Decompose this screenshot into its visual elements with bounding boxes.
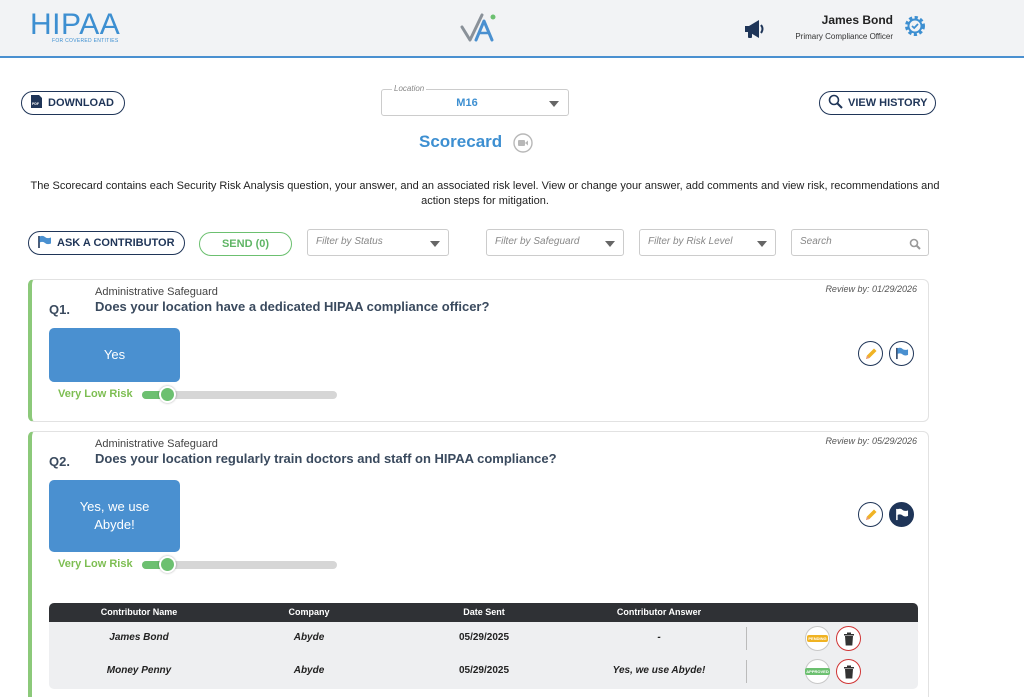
status-filter[interactable]: Filter by Status — [307, 229, 449, 256]
pencil-icon — [865, 348, 876, 359]
download-button[interactable]: PDF DOWNLOAD — [21, 91, 125, 115]
megaphone-icon[interactable] — [743, 18, 767, 45]
video-icon[interactable] — [513, 133, 533, 158]
table-row: Money Penny Abyde 05/29/2025 Yes, we use… — [49, 655, 918, 688]
logo-text: HIPAA — [30, 8, 121, 41]
pending-badge[interactable]: PENDING — [805, 626, 830, 651]
contributor-company: Abyde — [293, 665, 325, 676]
chevron-down-icon — [549, 101, 559, 107]
edit-button[interactable] — [858, 502, 883, 527]
status-filter-placeholder: Filter by Status — [316, 236, 383, 247]
search-input[interactable]: Search — [791, 229, 929, 256]
delete-button[interactable] — [836, 626, 861, 651]
download-label: DOWNLOAD — [48, 97, 114, 109]
search-placeholder: Search — [800, 236, 832, 247]
table-header: Contributor Name Company Date Sent Contr… — [49, 603, 918, 622]
gear-icon[interactable] — [903, 14, 927, 43]
pdf-icon: PDF — [30, 94, 43, 112]
hipaa-logo[interactable]: HIPAA FOR COVERED ENTITIES — [30, 8, 121, 45]
location-value: M16 — [456, 97, 478, 109]
contributor-company: Abyde — [293, 632, 325, 643]
question-number: Q2. — [49, 454, 70, 469]
contributor-name: James Bond — [109, 632, 169, 643]
risk-slider — [142, 386, 337, 403]
view-history-label: VIEW HISTORY — [848, 97, 928, 109]
question-category: Administrative Safeguard — [95, 286, 218, 298]
column-header: Contributor Answer — [616, 607, 702, 617]
column-header: Date Sent — [463, 607, 505, 617]
user-name: James Bond — [821, 13, 893, 27]
search-icon — [909, 237, 921, 255]
date-sent: 05/29/2025 — [458, 665, 510, 676]
abyde-logo-icon[interactable] — [460, 13, 498, 48]
question-card: Q2. Administrative Safeguard Does your l… — [28, 431, 929, 697]
ask-contributor-button[interactable]: ASK A CONTRIBUTOR — [28, 231, 185, 255]
location-label: Location — [392, 84, 427, 93]
table-row: James Bond Abyde 05/29/2025 - PENDING — [49, 622, 918, 655]
question-category: Administrative Safeguard — [95, 438, 218, 450]
pencil-icon — [865, 509, 876, 520]
column-header: Contributor Name — [100, 607, 178, 617]
trash-icon — [843, 632, 854, 645]
edit-button[interactable] — [858, 341, 883, 366]
safeguard-filter-placeholder: Filter by Safeguard — [495, 236, 580, 247]
risk-slider — [142, 556, 337, 573]
date-sent: 05/29/2025 — [458, 632, 510, 643]
answer-button[interactable]: Yes — [49, 328, 180, 382]
page-title: Scorecard — [419, 132, 503, 151]
approved-badge[interactable]: APPROVED — [805, 659, 830, 684]
chevron-down-icon — [430, 241, 440, 247]
contributor-table: Contributor Name Company Date Sent Contr… — [49, 603, 918, 689]
contributor-answer: - — [657, 632, 661, 643]
safeguard-filter[interactable]: Filter by Safeguard — [486, 229, 624, 256]
review-date: Review by: 01/29/2026 — [825, 284, 917, 294]
view-history-button[interactable]: VIEW HISTORY — [819, 91, 936, 115]
risk-label: Very Low Risk — [58, 558, 133, 570]
risk-slider-knob — [159, 556, 176, 573]
question-number: Q1. — [49, 302, 70, 317]
contributor-name: Money Penny — [106, 665, 172, 676]
flag-icon — [37, 235, 52, 252]
divider — [746, 627, 747, 650]
chevron-down-icon — [757, 241, 767, 247]
trash-icon — [843, 665, 854, 678]
svg-text:PDF: PDF — [32, 102, 40, 106]
risk-label: Very Low Risk — [58, 388, 133, 400]
risk-level-filter[interactable]: Filter by Risk Level — [639, 229, 776, 256]
ask-contributor-label: ASK A CONTRIBUTOR — [57, 237, 175, 249]
status-label: APPROVED — [805, 668, 830, 675]
answer-button[interactable]: Yes, we use Abyde! — [49, 480, 180, 552]
delete-button[interactable] — [836, 659, 861, 684]
location-select[interactable]: Location M16 — [381, 84, 569, 116]
question-card: Q1. Administrative Safeguard Does your l… — [28, 279, 929, 422]
top-bar: HIPAA FOR COVERED ENTITIES James Bond Pr… — [0, 0, 1024, 58]
column-header: Company — [288, 607, 330, 617]
flag-button[interactable] — [889, 341, 914, 366]
question-text: Does your location regularly train docto… — [95, 451, 557, 466]
send-button[interactable]: SEND (0) — [199, 232, 292, 256]
intro-text: The Scorecard contains each Security Ris… — [30, 180, 940, 207]
chevron-down-icon — [605, 241, 615, 247]
status-label: PENDING — [807, 635, 828, 642]
contributor-answer: Yes, we use Abyde! — [612, 665, 706, 676]
logo-tagline: FOR COVERED ENTITIES — [52, 38, 119, 44]
question-text: Does your location have a dedicated HIPA… — [95, 299, 490, 314]
risk-filter-placeholder: Filter by Risk Level — [648, 236, 733, 247]
flag-icon — [895, 347, 908, 360]
magnifier-icon — [828, 94, 843, 112]
user-role: Primary Compliance Officer — [795, 32, 893, 41]
divider — [746, 660, 747, 683]
flag-button[interactable] — [889, 502, 914, 527]
flag-icon — [895, 508, 908, 521]
review-date: Review by: 05/29/2026 — [825, 436, 917, 446]
risk-slider-knob — [159, 386, 176, 403]
